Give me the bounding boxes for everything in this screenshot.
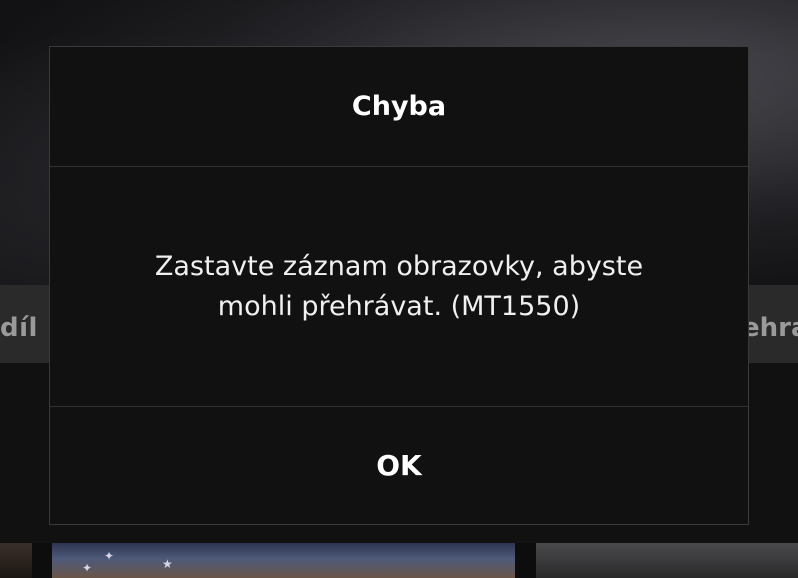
star-decoration: ★ <box>162 557 173 571</box>
dialog-header: Chyba <box>50 47 748 167</box>
ok-button[interactable]: OK <box>316 429 482 502</box>
dialog-message: Zastavte záznam obrazovky, abyste mohli … <box>154 250 644 322</box>
star-decoration: ✦ <box>82 561 93 575</box>
background-thumbnail[interactable] <box>0 543 32 578</box>
background-thumbnail[interactable] <box>536 543 798 578</box>
dialog-body: Zastavte záznam obrazovky, abyste mohli … <box>50 167 748 407</box>
star-decoration: ✦ <box>104 549 115 563</box>
background-thumbnail[interactable]: ✦ ★ ✦ <box>52 543 515 578</box>
app-screen: díl ehra ✦ ★ ✦ Chyba Zastavte záznam obr… <box>0 0 798 578</box>
background-play-label: ehra <box>742 312 798 343</box>
error-dialog: Chyba Zastavte záznam obrazovky, abyste … <box>49 46 749 525</box>
dialog-title: Chyba <box>351 91 447 122</box>
dialog-footer: OK <box>50 407 748 524</box>
background-play-button[interactable]: ehra <box>742 300 798 355</box>
background-episode-label: díl <box>0 312 38 343</box>
background-episode-button[interactable]: díl <box>0 300 38 355</box>
